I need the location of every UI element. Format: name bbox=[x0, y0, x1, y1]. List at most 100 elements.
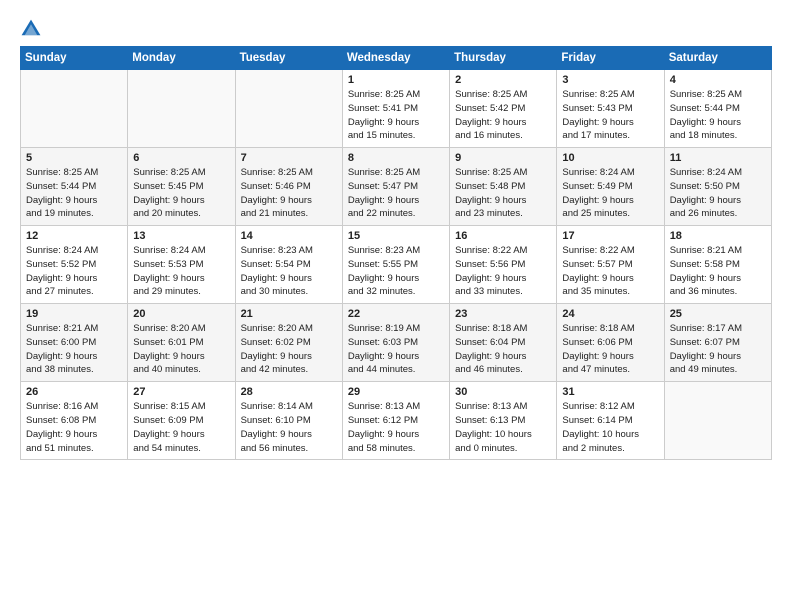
day-number: 11 bbox=[670, 152, 766, 164]
calendar-cell: 31 Sunrise: 8:12 AMSunset: 6:14 PMDayligh… bbox=[557, 382, 664, 460]
calendar-cell bbox=[21, 70, 128, 148]
calendar-cell: 20 Sunrise: 8:20 AMSunset: 6:01 PMDayligh… bbox=[128, 304, 235, 382]
daylight-hours: Sunrise: 8:15 AMSunset: 6:09 PMDaylight:… bbox=[133, 400, 229, 455]
day-number: 12 bbox=[26, 230, 122, 242]
daylight-hours: Sunrise: 8:19 AMSunset: 6:03 PMDaylight:… bbox=[348, 322, 444, 377]
weekday-header-sunday: Sunday bbox=[21, 47, 128, 70]
daylight-hours: Sunrise: 8:18 AMSunset: 6:04 PMDaylight:… bbox=[455, 322, 551, 377]
calendar-cell: 10 Sunrise: 8:24 AMSunset: 5:49 PMDayligh… bbox=[557, 148, 664, 226]
daylight-hours: Sunrise: 8:24 AMSunset: 5:49 PMDaylight:… bbox=[562, 166, 658, 221]
calendar-cell: 19Sunrise: 8:21 AMSunset: 6:00 PMDayligh… bbox=[21, 304, 128, 382]
day-number: 20 bbox=[133, 308, 229, 320]
day-number: 22 bbox=[348, 308, 444, 320]
calendar-cell: 27 Sunrise: 8:15 AMSunset: 6:09 PMDayligh… bbox=[128, 382, 235, 460]
day-number: 29 bbox=[348, 386, 444, 398]
calendar-cell: 30Sunrise: 8:13 AMSunset: 6:13 PMDayligh… bbox=[450, 382, 557, 460]
day-number: 4 bbox=[670, 74, 766, 86]
calendar-cell: 14 Sunrise: 8:23 AMSunset: 5:54 PMDayligh… bbox=[235, 226, 342, 304]
day-number: 30 bbox=[455, 386, 551, 398]
calendar-page: SundayMondayTuesdayWednesdayThursdayFrid… bbox=[0, 0, 792, 474]
weekday-header-friday: Friday bbox=[557, 47, 664, 70]
daylight-hours: Sunrise: 8:12 AMSunset: 6:14 PMDaylight:… bbox=[562, 400, 658, 455]
daylight-hours: Sunrise: 8:25 AMSunset: 5:41 PMDaylight:… bbox=[348, 88, 444, 143]
calendar-cell: 29 Sunrise: 8:13 AMSunset: 6:12 PMDayligh… bbox=[342, 382, 449, 460]
calendar-cell: 1 Sunrise: 8:25 AMSunset: 5:41 PMDaylight… bbox=[342, 70, 449, 148]
day-number: 13 bbox=[133, 230, 229, 242]
weekday-header-thursday: Thursday bbox=[450, 47, 557, 70]
daylight-hours: Sunrise: 8:20 AMSunset: 6:02 PMDaylight:… bbox=[241, 322, 337, 377]
calendar-cell: 15 Sunrise: 8:23 AMSunset: 5:55 PMDayligh… bbox=[342, 226, 449, 304]
header bbox=[20, 18, 772, 40]
day-number: 27 bbox=[133, 386, 229, 398]
week-row-2: 5 Sunrise: 8:25 AMSunset: 5:44 PMDaylight… bbox=[21, 148, 772, 226]
day-number: 28 bbox=[241, 386, 337, 398]
calendar-cell: 24 Sunrise: 8:18 AMSunset: 6:06 PMDayligh… bbox=[557, 304, 664, 382]
calendar-cell: 6 Sunrise: 8:25 AMSunset: 5:45 PMDaylight… bbox=[128, 148, 235, 226]
day-number: 8 bbox=[348, 152, 444, 164]
day-number: 2 bbox=[455, 74, 551, 86]
weekday-header-monday: Monday bbox=[128, 47, 235, 70]
daylight-hours: Sunrise: 8:23 AMSunset: 5:54 PMDaylight:… bbox=[241, 244, 337, 299]
daylight-hours: Sunrise: 8:25 AMSunset: 5:44 PMDaylight:… bbox=[26, 166, 122, 221]
day-number: 1 bbox=[348, 74, 444, 86]
daylight-hours: Sunrise: 8:24 AMSunset: 5:52 PMDaylight:… bbox=[26, 244, 122, 299]
day-number: 6 bbox=[133, 152, 229, 164]
day-number: 14 bbox=[241, 230, 337, 242]
day-number: 24 bbox=[562, 308, 658, 320]
calendar-cell: 22 Sunrise: 8:19 AMSunset: 6:03 PMDayligh… bbox=[342, 304, 449, 382]
calendar-cell: 13 Sunrise: 8:24 AMSunset: 5:53 PMDayligh… bbox=[128, 226, 235, 304]
day-number: 18 bbox=[670, 230, 766, 242]
calendar-cell: 3 Sunrise: 8:25 AMSunset: 5:43 PMDaylight… bbox=[557, 70, 664, 148]
daylight-hours: Sunrise: 8:24 AMSunset: 5:53 PMDaylight:… bbox=[133, 244, 229, 299]
daylight-hours: Sunrise: 8:21 AMSunset: 6:00 PMDaylight:… bbox=[26, 322, 122, 377]
day-number: 15 bbox=[348, 230, 444, 242]
daylight-hours: Sunrise: 8:25 AMSunset: 5:46 PMDaylight:… bbox=[241, 166, 337, 221]
week-row-4: 19Sunrise: 8:21 AMSunset: 6:00 PMDayligh… bbox=[21, 304, 772, 382]
logo-icon bbox=[20, 18, 42, 40]
calendar-cell bbox=[664, 382, 771, 460]
day-number: 9 bbox=[455, 152, 551, 164]
week-row-1: 1 Sunrise: 8:25 AMSunset: 5:41 PMDaylight… bbox=[21, 70, 772, 148]
calendar-cell: 23 Sunrise: 8:18 AMSunset: 6:04 PMDayligh… bbox=[450, 304, 557, 382]
daylight-hours: Sunrise: 8:22 AMSunset: 5:57 PMDaylight:… bbox=[562, 244, 658, 299]
daylight-hours: Sunrise: 8:25 AMSunset: 5:48 PMDaylight:… bbox=[455, 166, 551, 221]
day-number: 21 bbox=[241, 308, 337, 320]
weekday-header-tuesday: Tuesday bbox=[235, 47, 342, 70]
day-number: 16 bbox=[455, 230, 551, 242]
calendar-cell: 28 Sunrise: 8:14 AMSunset: 6:10 PMDayligh… bbox=[235, 382, 342, 460]
weekday-header-wednesday: Wednesday bbox=[342, 47, 449, 70]
daylight-hours: Sunrise: 8:25 AMSunset: 5:45 PMDaylight:… bbox=[133, 166, 229, 221]
daylight-hours: Sunrise: 8:18 AMSunset: 6:06 PMDaylight:… bbox=[562, 322, 658, 377]
day-number: 26 bbox=[26, 386, 122, 398]
day-number: 23 bbox=[455, 308, 551, 320]
calendar-cell bbox=[128, 70, 235, 148]
weekday-header-row: SundayMondayTuesdayWednesdayThursdayFrid… bbox=[21, 47, 772, 70]
day-number: 5 bbox=[26, 152, 122, 164]
daylight-hours: Sunrise: 8:25 AMSunset: 5:43 PMDaylight:… bbox=[562, 88, 658, 143]
daylight-hours: Sunrise: 8:23 AMSunset: 5:55 PMDaylight:… bbox=[348, 244, 444, 299]
week-row-3: 12 Sunrise: 8:24 AMSunset: 5:52 PMDayligh… bbox=[21, 226, 772, 304]
calendar-cell: 7Sunrise: 8:25 AMSunset: 5:46 PMDaylight… bbox=[235, 148, 342, 226]
week-row-5: 26Sunrise: 8:16 AMSunset: 6:08 PMDayligh… bbox=[21, 382, 772, 460]
daylight-hours: Sunrise: 8:14 AMSunset: 6:10 PMDaylight:… bbox=[241, 400, 337, 455]
daylight-hours: Sunrise: 8:21 AMSunset: 5:58 PMDaylight:… bbox=[670, 244, 766, 299]
calendar-cell: 2Sunrise: 8:25 AMSunset: 5:42 PMDaylight… bbox=[450, 70, 557, 148]
calendar-cell: 11Sunrise: 8:24 AMSunset: 5:50 PMDayligh… bbox=[664, 148, 771, 226]
calendar-table: SundayMondayTuesdayWednesdayThursdayFrid… bbox=[20, 46, 772, 460]
daylight-hours: Sunrise: 8:20 AMSunset: 6:01 PMDaylight:… bbox=[133, 322, 229, 377]
calendar-cell: 25Sunrise: 8:17 AMSunset: 6:07 PMDayligh… bbox=[664, 304, 771, 382]
logo bbox=[20, 18, 46, 40]
calendar-cell: 4Sunrise: 8:25 AMSunset: 5:44 PMDaylight… bbox=[664, 70, 771, 148]
daylight-hours: Sunrise: 8:22 AMSunset: 5:56 PMDaylight:… bbox=[455, 244, 551, 299]
daylight-hours: Sunrise: 8:17 AMSunset: 6:07 PMDaylight:… bbox=[670, 322, 766, 377]
day-number: 10 bbox=[562, 152, 658, 164]
day-number: 3 bbox=[562, 74, 658, 86]
weekday-header-saturday: Saturday bbox=[664, 47, 771, 70]
calendar-cell: 17 Sunrise: 8:22 AMSunset: 5:57 PMDayligh… bbox=[557, 226, 664, 304]
day-number: 31 bbox=[562, 386, 658, 398]
daylight-hours: Sunrise: 8:13 AMSunset: 6:12 PMDaylight:… bbox=[348, 400, 444, 455]
calendar-cell: 5 Sunrise: 8:25 AMSunset: 5:44 PMDaylight… bbox=[21, 148, 128, 226]
calendar-cell: 21 Sunrise: 8:20 AMSunset: 6:02 PMDayligh… bbox=[235, 304, 342, 382]
day-number: 17 bbox=[562, 230, 658, 242]
calendar-cell bbox=[235, 70, 342, 148]
